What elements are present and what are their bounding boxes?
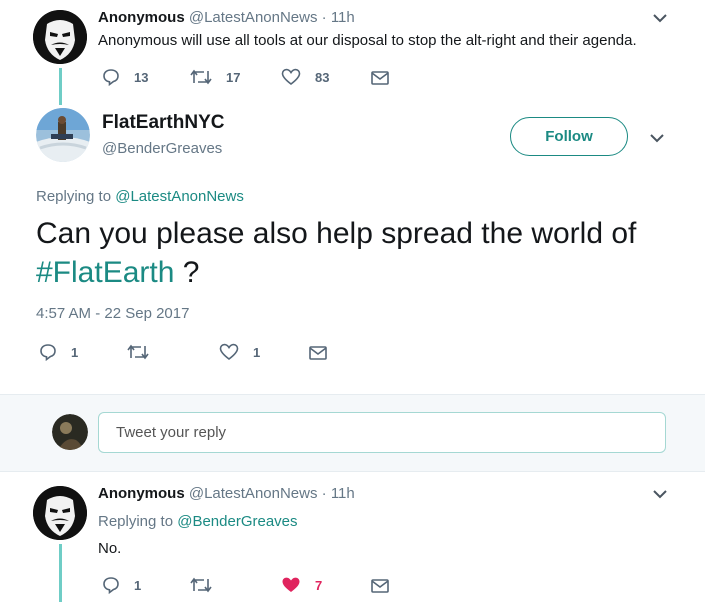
- message-icon[interactable]: [309, 345, 327, 366]
- thread-line: [59, 544, 62, 602]
- avatar[interactable]: [33, 10, 87, 64]
- retweet-action[interactable]: [190, 576, 226, 594]
- tweet-text-body: Can you please also help spread the worl…: [36, 217, 637, 250]
- like-action[interactable]: 1: [219, 343, 260, 361]
- reply-input[interactable]: Tweet your reply: [98, 412, 666, 453]
- retweet-action[interactable]: [127, 343, 163, 361]
- heart-icon: [219, 343, 239, 361]
- reply-count: 1: [71, 344, 79, 360]
- chevron-down-icon[interactable]: [652, 10, 668, 31]
- message-icon[interactable]: [371, 70, 389, 91]
- author-name[interactable]: Anonymous: [98, 9, 185, 26]
- reply-action[interactable]: 1: [102, 576, 141, 594]
- reply-count: 13: [134, 69, 149, 85]
- like-count: 7: [315, 577, 323, 593]
- thread-line: [59, 68, 62, 105]
- replying-to-handle[interactable]: @BenderGreaves: [177, 513, 297, 530]
- reply-count: 1: [134, 577, 142, 593]
- tweet-time[interactable]: · 11h: [322, 485, 355, 502]
- retweet-icon: [190, 68, 212, 86]
- reply-icon: [102, 576, 120, 594]
- like-action[interactable]: 83: [281, 68, 329, 86]
- replying-to-handle[interactable]: @LatestAnonNews: [115, 188, 244, 205]
- tweet-text: Can you please also help spread the worl…: [36, 214, 676, 292]
- avatar: [52, 414, 88, 450]
- follow-button[interactable]: Follow: [510, 117, 628, 156]
- reply-action[interactable]: 1: [39, 343, 78, 361]
- replying-to: Replying to @LatestAnonNews: [36, 188, 244, 205]
- avatar[interactable]: [33, 486, 87, 540]
- tweet-text: Anonymous will use all tools at our disp…: [98, 32, 637, 49]
- tweet-text-suffix: ?: [174, 256, 200, 289]
- like-count: 1: [253, 344, 261, 360]
- tweet-timestamp[interactable]: 4:57 AM - 22 Sep 2017: [36, 305, 189, 322]
- tweet-header: Anonymous @LatestAnonNews · 11h: [98, 485, 355, 502]
- retweet-count: 17: [226, 69, 241, 85]
- reply-icon: [39, 343, 57, 361]
- hashtag-link[interactable]: #FlatEarth: [36, 256, 174, 289]
- like-count: 83: [315, 69, 330, 85]
- replying-to: Replying to @BenderGreaves: [98, 513, 298, 530]
- message-icon[interactable]: [371, 578, 389, 599]
- reply-icon: [102, 68, 120, 86]
- tweet-header: Anonymous @LatestAnonNews · 11h: [98, 9, 355, 26]
- retweet-icon: [127, 343, 149, 361]
- avatar[interactable]: [36, 108, 90, 162]
- tweet-text: No.: [98, 540, 122, 557]
- author-handle[interactable]: @LatestAnonNews: [189, 485, 318, 502]
- chevron-down-icon[interactable]: [649, 130, 665, 151]
- like-action[interactable]: 7: [281, 576, 322, 594]
- author-name[interactable]: Anonymous: [98, 485, 185, 502]
- author-name[interactable]: FlatEarthNYC: [102, 112, 224, 134]
- retweet-icon: [190, 576, 212, 594]
- retweet-action[interactable]: 17: [190, 68, 240, 86]
- replying-to-label: Replying to: [98, 513, 174, 530]
- reply-action[interactable]: 13: [102, 68, 148, 86]
- chevron-down-icon[interactable]: [652, 486, 668, 507]
- replying-to-label: Replying to: [36, 188, 112, 205]
- tweet-time[interactable]: · 11h: [322, 9, 355, 26]
- heart-icon: [281, 68, 301, 86]
- author-handle[interactable]: @BenderGreaves: [102, 140, 222, 157]
- author-handle[interactable]: @LatestAnonNews: [189, 9, 318, 26]
- heart-filled-icon: [281, 576, 301, 594]
